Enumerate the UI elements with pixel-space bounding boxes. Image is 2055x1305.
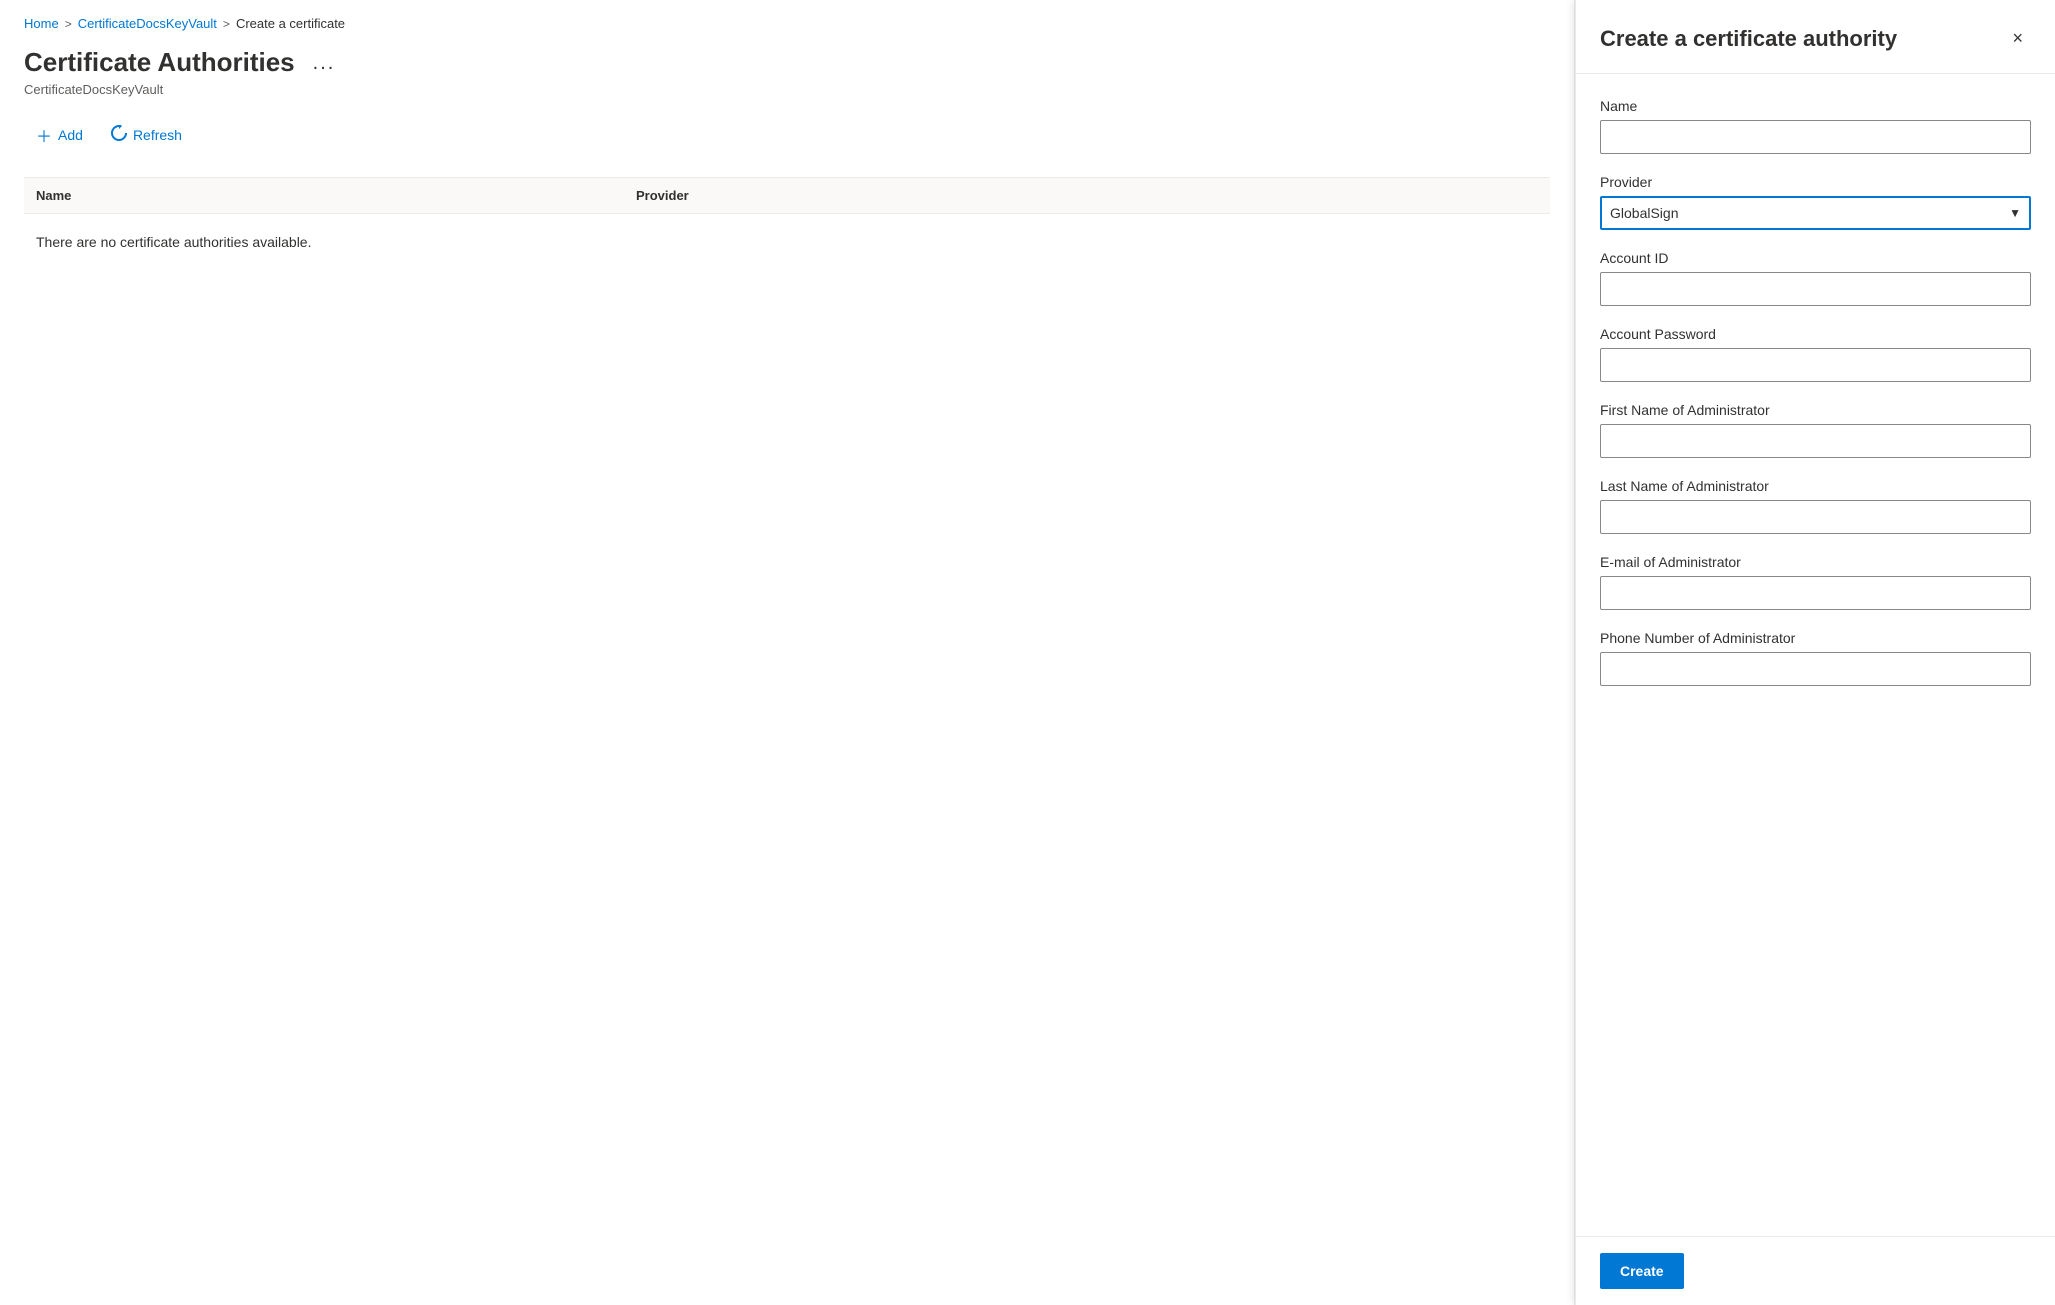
- panel-footer: Create: [1576, 1236, 2055, 1305]
- name-field-group: Name: [1600, 98, 2031, 154]
- add-label: Add: [58, 127, 83, 143]
- first-name-field-group: First Name of Administrator: [1600, 402, 2031, 458]
- panel-body: Name Provider GlobalSign DigiCert ▼ Acco…: [1576, 74, 2055, 1236]
- panel-header: Create a certificate authority ×: [1576, 0, 2055, 74]
- column-name-header: Name: [36, 188, 636, 203]
- refresh-button[interactable]: Refresh: [99, 119, 194, 152]
- breadcrumb-current: Create a certificate: [236, 16, 345, 31]
- page-header: Certificate Authorities ...: [24, 47, 1550, 78]
- first-name-label: First Name of Administrator: [1600, 402, 2031, 418]
- refresh-label: Refresh: [133, 127, 182, 143]
- provider-select-wrapper: GlobalSign DigiCert ▼: [1600, 196, 2031, 230]
- breadcrumb: Home > CertificateDocsKeyVault > Create …: [24, 16, 1550, 31]
- breadcrumb-sep-2: >: [223, 17, 230, 31]
- provider-select[interactable]: GlobalSign DigiCert: [1600, 196, 2031, 230]
- last-name-label: Last Name of Administrator: [1600, 478, 2031, 494]
- left-panel: Home > CertificateDocsKeyVault > Create …: [0, 0, 1575, 1305]
- account-id-input[interactable]: [1600, 272, 2031, 306]
- breadcrumb-keyvault[interactable]: CertificateDocsKeyVault: [78, 16, 217, 31]
- email-label: E-mail of Administrator: [1600, 554, 2031, 570]
- phone-label: Phone Number of Administrator: [1600, 630, 2031, 646]
- account-password-field-group: Account Password: [1600, 326, 2031, 382]
- column-provider-header: Provider: [636, 188, 1538, 203]
- last-name-field-group: Last Name of Administrator: [1600, 478, 2031, 534]
- name-input[interactable]: [1600, 120, 2031, 154]
- refresh-icon: [111, 125, 127, 146]
- phone-input[interactable]: [1600, 652, 2031, 686]
- add-icon: ＋: [36, 123, 52, 147]
- panel-title: Create a certificate authority: [1600, 26, 1897, 52]
- provider-field-group: Provider GlobalSign DigiCert ▼: [1600, 174, 2031, 230]
- account-id-label: Account ID: [1600, 250, 2031, 266]
- account-id-field-group: Account ID: [1600, 250, 2031, 306]
- email-input[interactable]: [1600, 576, 2031, 610]
- create-ca-panel: Create a certificate authority × Name Pr…: [1575, 0, 2055, 1305]
- add-button[interactable]: ＋ Add: [24, 117, 95, 153]
- page-title: Certificate Authorities: [24, 47, 295, 78]
- email-field-group: E-mail of Administrator: [1600, 554, 2031, 610]
- account-password-input[interactable]: [1600, 348, 2031, 382]
- more-options-button[interactable]: ...: [307, 51, 342, 75]
- certificate-authorities-table: Name Provider There are no certificate a…: [24, 177, 1550, 270]
- name-label: Name: [1600, 98, 2031, 114]
- last-name-input[interactable]: [1600, 500, 2031, 534]
- toolbar: ＋ Add Refresh: [24, 117, 1550, 161]
- account-password-label: Account Password: [1600, 326, 2031, 342]
- first-name-input[interactable]: [1600, 424, 2031, 458]
- page-subtitle: CertificateDocsKeyVault: [24, 82, 1550, 97]
- breadcrumb-sep-1: >: [65, 17, 72, 31]
- create-button[interactable]: Create: [1600, 1253, 1684, 1289]
- phone-field-group: Phone Number of Administrator: [1600, 630, 2031, 686]
- table-header: Name Provider: [24, 178, 1550, 214]
- breadcrumb-home[interactable]: Home: [24, 16, 59, 31]
- empty-state-message: There are no certificate authorities ava…: [24, 214, 1550, 270]
- close-panel-button[interactable]: ×: [2004, 24, 2031, 53]
- provider-label: Provider: [1600, 174, 2031, 190]
